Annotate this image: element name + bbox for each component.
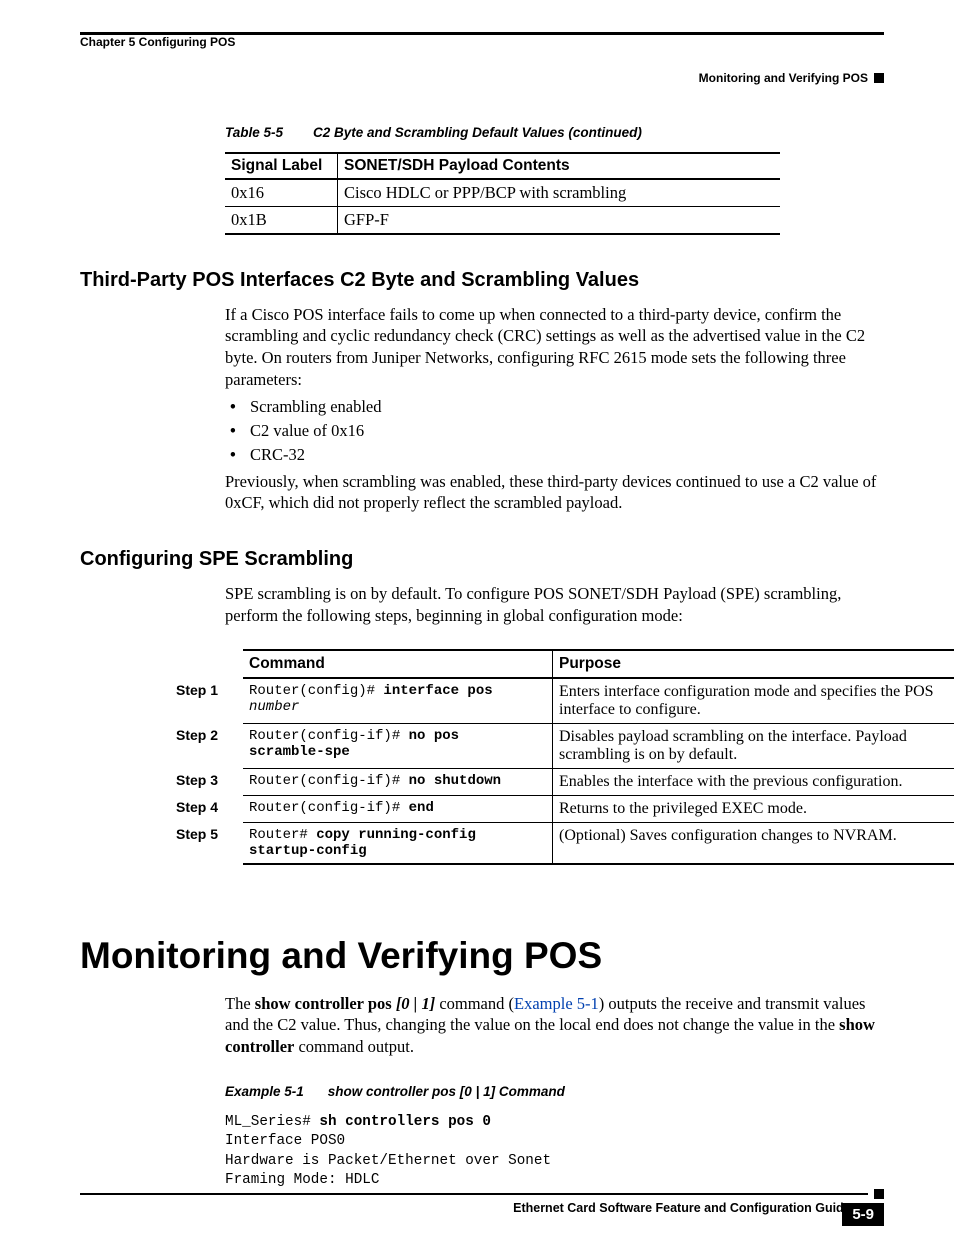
footer-square-icon [874,1189,884,1199]
t55-cell: 0x16 [225,179,338,207]
step-label: Step 4 [170,795,243,822]
steps-col-command: Command [243,650,553,678]
step-label: Step 3 [170,768,243,795]
footer-rule [80,1193,868,1196]
table-row: 0x16 Cisco HDLC or PPP/BCP with scrambli… [225,179,780,207]
bullet-item: C2 value of 0x16 [250,421,884,441]
step-label: Step 2 [170,723,243,768]
step-command: Router(config-if)# no posscramble-spe [243,723,553,768]
step-command: Router(config-if)# no shutdown [243,768,553,795]
steps-col-purpose: Purpose [553,650,954,678]
t55-cell: Cisco HDLC or PPP/BCP with scrambling [338,179,781,207]
footer-title: Ethernet Card Software Feature and Confi… [80,1201,884,1215]
table-row: Step 4 Router(config-if)# end Returns to… [170,795,954,822]
bullet-list: Scrambling enabled C2 value of 0x16 CRC-… [250,397,884,465]
body-text: SPE scrambling is on by default. To conf… [225,583,884,627]
step-label: Step 5 [170,822,243,864]
step-purpose: Enables the interface with the previous … [553,768,954,795]
table-row: Step 3 Router(config-if)# no shutdown En… [170,768,954,795]
step-command: Router# copy running-configstartup-confi… [243,822,553,864]
step-purpose: Enters interface configuration mode and … [553,678,954,724]
t55-col-signal-label: Signal Label [225,153,338,179]
step-label: Step 1 [170,678,243,724]
body-text: Previously, when scrambling was enabled,… [225,471,884,515]
step-purpose: Returns to the privileged EXEC mode. [553,795,954,822]
table-5-5: Signal Label SONET/SDH Payload Contents … [225,152,780,235]
heading-monitoring: Monitoring and Verifying POS [80,935,884,977]
step-command: Router(config-if)# end [243,795,553,822]
page-number: 5-9 [842,1203,884,1226]
table-row: 0x1B GFP-F [225,206,780,234]
header-chapter: Chapter 5 Configuring POS [80,35,235,49]
t55-col-payload: SONET/SDH Payload Contents [338,153,781,179]
step-purpose: (Optional) Saves configuration changes t… [553,822,954,864]
heading-configuring-spe: Configuring SPE Scrambling [80,548,884,571]
table-5-5-caption: C2 Byte and Scrambling Default Values (c… [313,125,642,140]
t55-cell: 0x1B [225,206,338,234]
heading-third-party: Third-Party POS Interfaces C2 Byte and S… [80,269,884,292]
step-command: Router(config)# interface posnumber [243,678,553,724]
table-row: Step 1 Router(config)# interface posnumb… [170,678,954,724]
table-row: Step 5 Router# copy running-configstartu… [170,822,954,864]
table-5-5-number: Table 5-5 [225,125,283,140]
header-section: Monitoring and Verifying POS [699,71,868,85]
code-block: ML_Series# sh controllers pos 0 Interfac… [225,1113,884,1190]
example-caption: Example 5-1show controller pos [0 | 1] C… [225,1084,884,1099]
body-text: The show controller pos [0 | 1] command … [225,993,884,1058]
step-purpose: Disables payload scrambling on the inter… [553,723,954,768]
steps-table: Command Purpose Step 1 Router(config)# i… [170,649,954,865]
header-square-icon [874,73,884,83]
table-row: Step 2 Router(config-if)# no posscramble… [170,723,954,768]
bullet-item: Scrambling enabled [250,397,884,417]
t55-cell: GFP-F [338,206,781,234]
bullet-item: CRC-32 [250,445,884,465]
link-example-5-1[interactable]: Example 5-1 [514,994,599,1013]
body-text: If a Cisco POS interface fails to come u… [225,304,884,391]
